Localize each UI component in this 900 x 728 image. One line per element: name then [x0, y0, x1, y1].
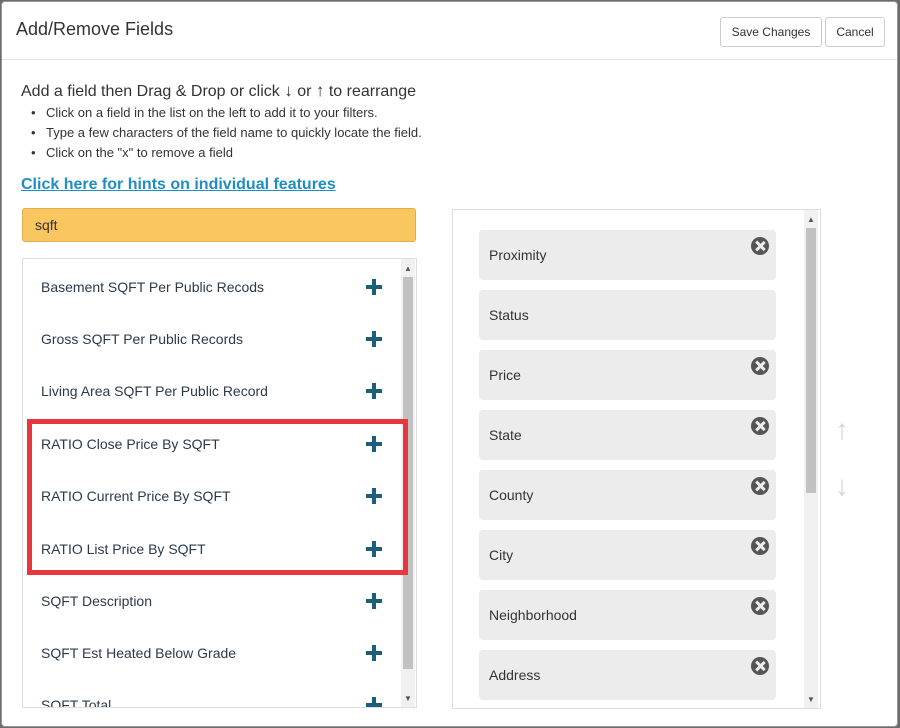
- available-field-item[interactable]: SQFT Est Heated Below Grade: [23, 627, 399, 679]
- selected-field-chip[interactable]: City: [479, 530, 776, 580]
- field-label: SQFT Total: [41, 697, 112, 708]
- up-arrow-icon: ↑: [315, 81, 325, 100]
- scroll-up-icon[interactable]: ▲: [804, 212, 818, 226]
- hints-link[interactable]: Click here for hints on individual featu…: [21, 176, 336, 194]
- remove-icon[interactable]: [751, 477, 769, 495]
- remove-icon[interactable]: [751, 357, 769, 375]
- chip-label: City: [489, 547, 514, 563]
- selected-field-chip[interactable]: Proximity: [479, 230, 776, 280]
- plus-icon[interactable]: [366, 593, 382, 609]
- field-label: SQFT Description: [41, 593, 152, 609]
- remove-icon[interactable]: [751, 657, 769, 675]
- remove-icon[interactable]: [751, 237, 769, 255]
- dialog-title: Add/Remove Fields: [16, 19, 174, 39]
- plus-icon[interactable]: [366, 279, 382, 295]
- chip-label: Proximity: [489, 247, 547, 263]
- available-field-item[interactable]: Basement SQFT Per Public Recods: [23, 261, 399, 313]
- intro-prefix: Add a field then Drag & Drop or click: [21, 83, 280, 100]
- instruction-item: Click on a field in the list on the left…: [26, 103, 422, 123]
- intro-or: or: [297, 83, 312, 100]
- remove-icon[interactable]: [751, 417, 769, 435]
- plus-icon[interactable]: [366, 645, 382, 661]
- selected-fields-scrollbar[interactable]: ▲ ▼: [804, 210, 818, 708]
- instruction-item: Click on the "x" to remove a field: [26, 143, 422, 163]
- chip-label: Address: [489, 667, 541, 683]
- available-field-item[interactable]: Living Area SQFT Per Public Record: [23, 365, 399, 417]
- move-up-arrow-icon[interactable]: ↑: [830, 414, 854, 445]
- scroll-up-icon[interactable]: ▲: [401, 261, 415, 275]
- field-search-input[interactable]: [22, 208, 416, 242]
- selected-field-chip[interactable]: Neighborhood: [479, 590, 776, 640]
- cancel-button[interactable]: Cancel: [825, 17, 885, 47]
- move-down-arrow-icon[interactable]: ↓: [830, 470, 854, 501]
- chip-label: Price: [489, 367, 521, 383]
- selected-field-chip[interactable]: Price: [479, 350, 776, 400]
- available-field-item[interactable]: Gross SQFT Per Public Records: [23, 313, 399, 365]
- selected-field-chip[interactable]: Status: [479, 290, 776, 340]
- field-label: Basement SQFT Per Public Recods: [41, 279, 265, 295]
- dialog-header: Add/Remove Fields Save Changes Cancel: [2, 2, 897, 60]
- selected-field-chip[interactable]: County: [479, 470, 776, 520]
- scroll-thumb[interactable]: [806, 228, 816, 493]
- instruction-item: Type a few characters of the field name …: [26, 123, 422, 143]
- intro-suffix: to rearrange: [328, 83, 417, 100]
- plus-icon[interactable]: [366, 383, 382, 399]
- remove-icon[interactable]: [751, 597, 769, 615]
- remove-icon[interactable]: [751, 537, 769, 555]
- field-label: Living Area SQFT Per Public Record: [41, 383, 268, 399]
- instructions-list: Click on a field in the list on the left…: [26, 103, 422, 163]
- scroll-down-icon[interactable]: ▼: [401, 691, 415, 705]
- down-arrow-icon: ↓: [284, 81, 293, 100]
- selected-field-chip[interactable]: State: [479, 410, 776, 460]
- chip-label: County: [489, 487, 534, 503]
- chip-label: Status: [489, 307, 529, 323]
- scroll-down-icon[interactable]: ▼: [804, 692, 818, 706]
- plus-icon[interactable]: [366, 697, 382, 707]
- plus-icon[interactable]: [366, 331, 382, 347]
- save-changes-button[interactable]: Save Changes: [720, 17, 822, 47]
- available-field-item[interactable]: SQFT Total: [23, 679, 399, 708]
- field-label: SQFT Est Heated Below Grade: [41, 645, 237, 661]
- chip-label: Neighborhood: [489, 607, 577, 623]
- selected-fields-list: Proximity Status Price State County City…: [452, 209, 821, 709]
- field-label: Gross SQFT Per Public Records: [41, 331, 244, 347]
- available-field-item[interactable]: SQFT Description: [23, 575, 399, 627]
- add-remove-fields-dialog: Add/Remove Fields Save Changes Cancel Ad…: [1, 1, 898, 727]
- instructions-heading: Add a field then Drag & Drop or click ↓ …: [21, 81, 416, 101]
- highlight-box: [27, 419, 408, 575]
- chip-label: State: [489, 427, 522, 443]
- selected-field-chip[interactable]: Address: [479, 650, 776, 700]
